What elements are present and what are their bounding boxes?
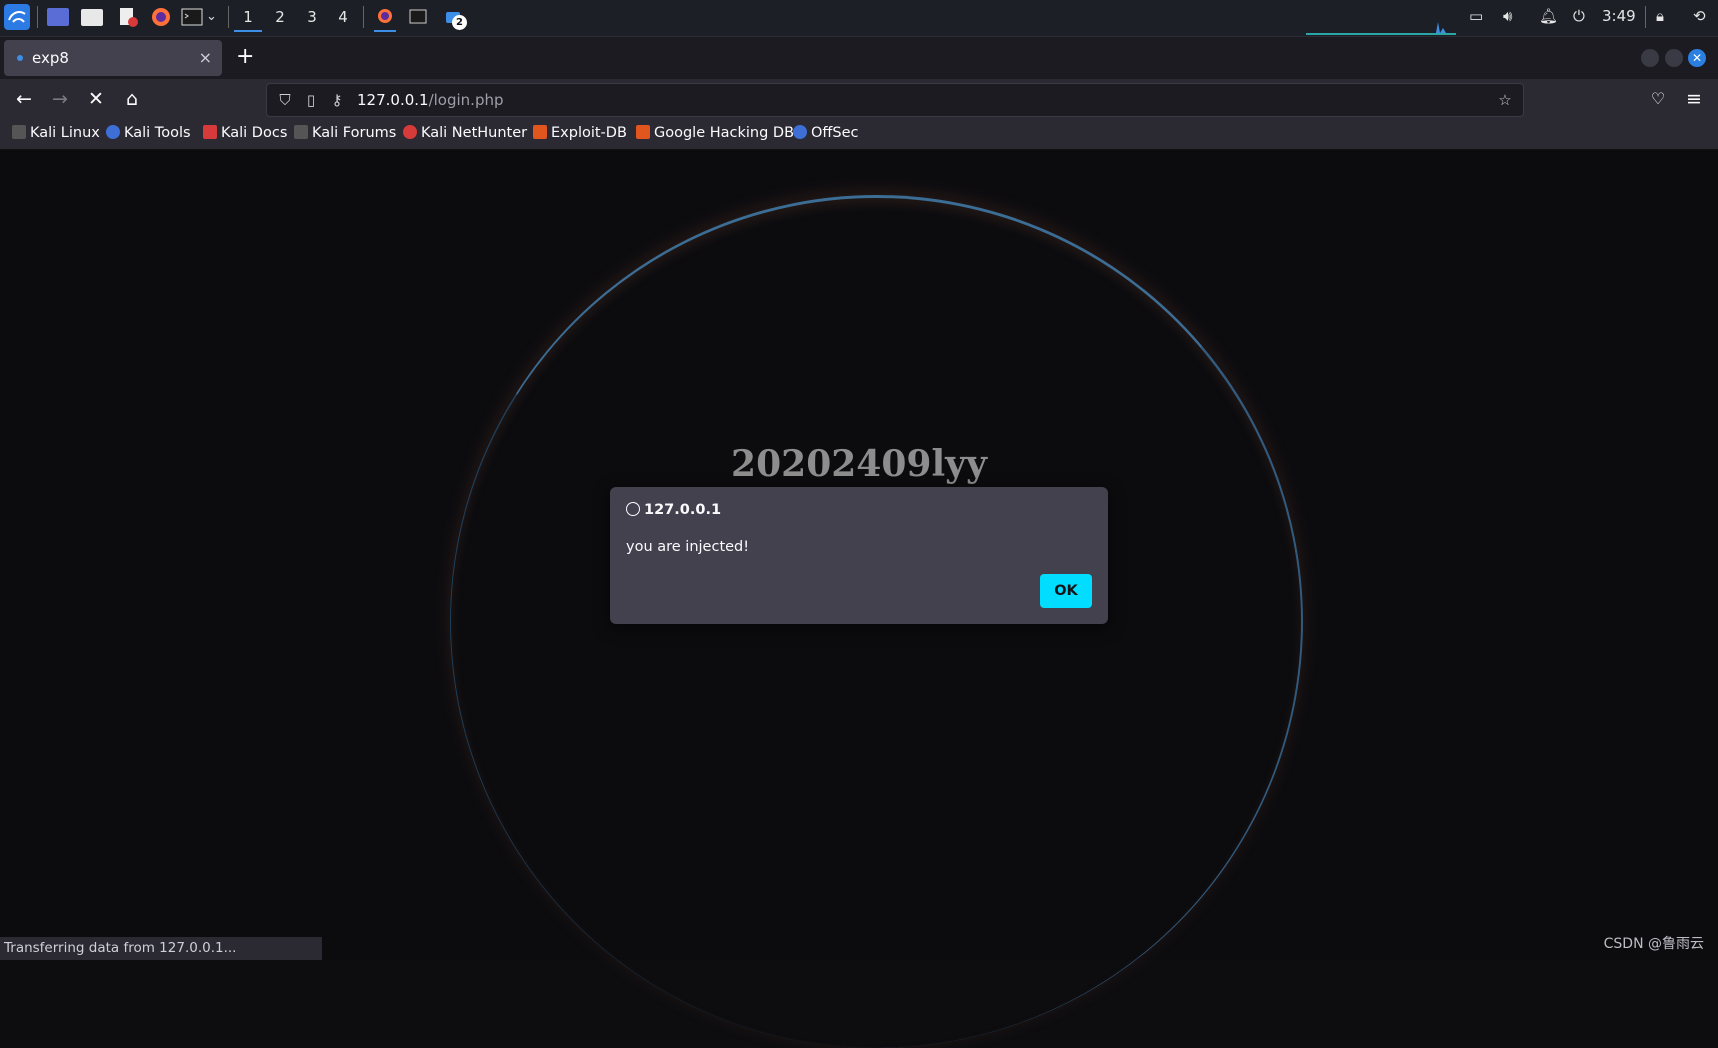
page-info-icon[interactable]: ▯ [301,90,321,110]
bookmark-kali-forums[interactable]: Kali Forums [294,125,396,141]
terminal-icon[interactable] [181,6,203,28]
nethunter-icon [403,125,417,139]
workspace-4[interactable]: 4 [329,4,357,30]
taskbar-separator [228,6,229,28]
show-desktop-icon[interactable] [47,8,69,26]
clock[interactable]: 3:49 [1602,7,1636,25]
ok-button[interactable]: OK [1040,574,1092,608]
kali-docs-icon [203,125,217,139]
bookmark-label: OffSec [811,125,859,141]
file-manager-icon[interactable] [81,9,103,26]
alert-dialog: 127.0.0.1 you are injected! OK [610,487,1108,624]
ghdb-icon [636,125,650,139]
bookmark-label: Kali Forums [312,125,397,141]
bookmark-label: Google Hacking DB [654,125,795,141]
kali-dragon-icon [12,125,26,139]
exploit-db-icon [533,125,547,139]
bookmark-kali-docs[interactable]: Kali Docs [203,125,287,141]
key-icon[interactable]: ⚷ [327,90,347,110]
page-title: 20202409lyy [731,443,987,485]
bookmark-label: Kali NetHunter [421,125,528,141]
firefox-window-icon[interactable] [374,4,396,32]
dialog-title: 127.0.0.1 [626,502,721,518]
tab-close-icon[interactable]: × [199,48,212,67]
dialog-message: you are injected! [626,539,750,555]
notifications-bell-icon[interactable]: 🔔︎ [1539,7,1558,25]
bookmark-exploit-db[interactable]: Exploit-DB [533,125,627,141]
tab-exp8[interactable]: exp8 × [4,40,222,76]
url-text[interactable]: 127.0.0.1/login.php [357,91,504,109]
forward-button[interactable]: → [48,87,72,111]
taskbar-separator [37,6,38,28]
url-path: /login.php [428,91,504,109]
bookmark-kali-tools[interactable]: Kali Tools [106,125,191,141]
bookmark-label: Exploit-DB [551,125,627,141]
status-bar: Transferring data from 127.0.0.1... [0,937,322,960]
kali-forums-icon [294,125,308,139]
power-icon[interactable]: ⏻ [1573,7,1585,25]
logout-icon[interactable]: ⟲ [1693,7,1706,25]
navigation-bar: ← → ✕ ⌂ ⛉ ▯ ⚷ 127.0.0.1/login.php ☆ ♡ ≡ [0,79,1718,119]
taskbar: ⌄ 1 2 3 4 2 ▭ 🔊︎ 🔔︎ ⏻ 3:49 🔒︎ ⟲ [0,0,1718,37]
workspace-2[interactable]: 2 [266,4,294,30]
globe-icon [626,502,640,516]
kali-menu-icon[interactable] [4,4,30,30]
bookmark-google-hacking-db[interactable]: Google Hacking DB [636,125,794,141]
stop-button[interactable]: ✕ [84,87,108,111]
shield-icon[interactable]: ⛉ [275,90,295,110]
bookmark-offsec[interactable]: OffSec [793,125,859,141]
bookmark-star-icon[interactable]: ☆ [1495,90,1515,110]
new-tab-button[interactable]: + [236,44,254,69]
bookmarks-toolbar: Kali Linux Kali Tools Kali Docs Kali For… [0,119,1718,150]
bookmark-label: Kali Tools [124,125,191,141]
url-bar[interactable]: ⛉ ▯ ⚷ 127.0.0.1/login.php ☆ [266,83,1524,117]
offsec-icon [793,125,807,139]
bookmark-kali-nethunter[interactable]: Kali NetHunter [403,125,527,141]
tab-strip: exp8 × + ✕ [0,37,1718,79]
tab-title: exp8 [32,49,69,67]
taskbar-separator [363,6,364,28]
firefox-icon[interactable] [150,6,172,28]
pocket-icon[interactable]: ♡ [1646,87,1670,111]
back-button[interactable]: ← [12,87,36,111]
bookmark-kali-linux[interactable]: Kali Linux [12,125,100,141]
notification-badge: 2 [452,15,467,30]
kali-tools-icon [106,125,120,139]
taskbar-separator [1645,6,1646,28]
url-host: 127.0.0.1 [357,91,429,109]
volume-icon[interactable]: 🔊︎ [1503,7,1512,25]
lock-icon[interactable]: 🔒︎ [1656,7,1664,25]
text-editor-icon[interactable] [117,6,139,28]
maximize-button[interactable] [1665,49,1683,67]
loading-indicator-icon [17,55,23,61]
menu-icon[interactable]: ≡ [1682,87,1706,111]
minimize-button[interactable] [1641,49,1659,67]
bookmark-label: Kali Docs [221,125,288,141]
bookmark-label: Kali Linux [30,125,100,141]
home-button[interactable]: ⌂ [120,87,144,111]
workspace-3[interactable]: 3 [298,4,326,30]
dialog-origin: 127.0.0.1 [644,502,722,518]
workspace-1[interactable]: 1 [234,4,262,32]
terminal-window-icon[interactable] [408,6,430,28]
window-close-button[interactable]: ✕ [1688,49,1706,67]
network-graph [1306,16,1456,35]
watermark: CSDN @鲁雨云 [1603,936,1704,952]
chevron-down-icon[interactable]: ⌄ [206,9,228,31]
display-icon[interactable]: ▭ [1469,7,1483,25]
